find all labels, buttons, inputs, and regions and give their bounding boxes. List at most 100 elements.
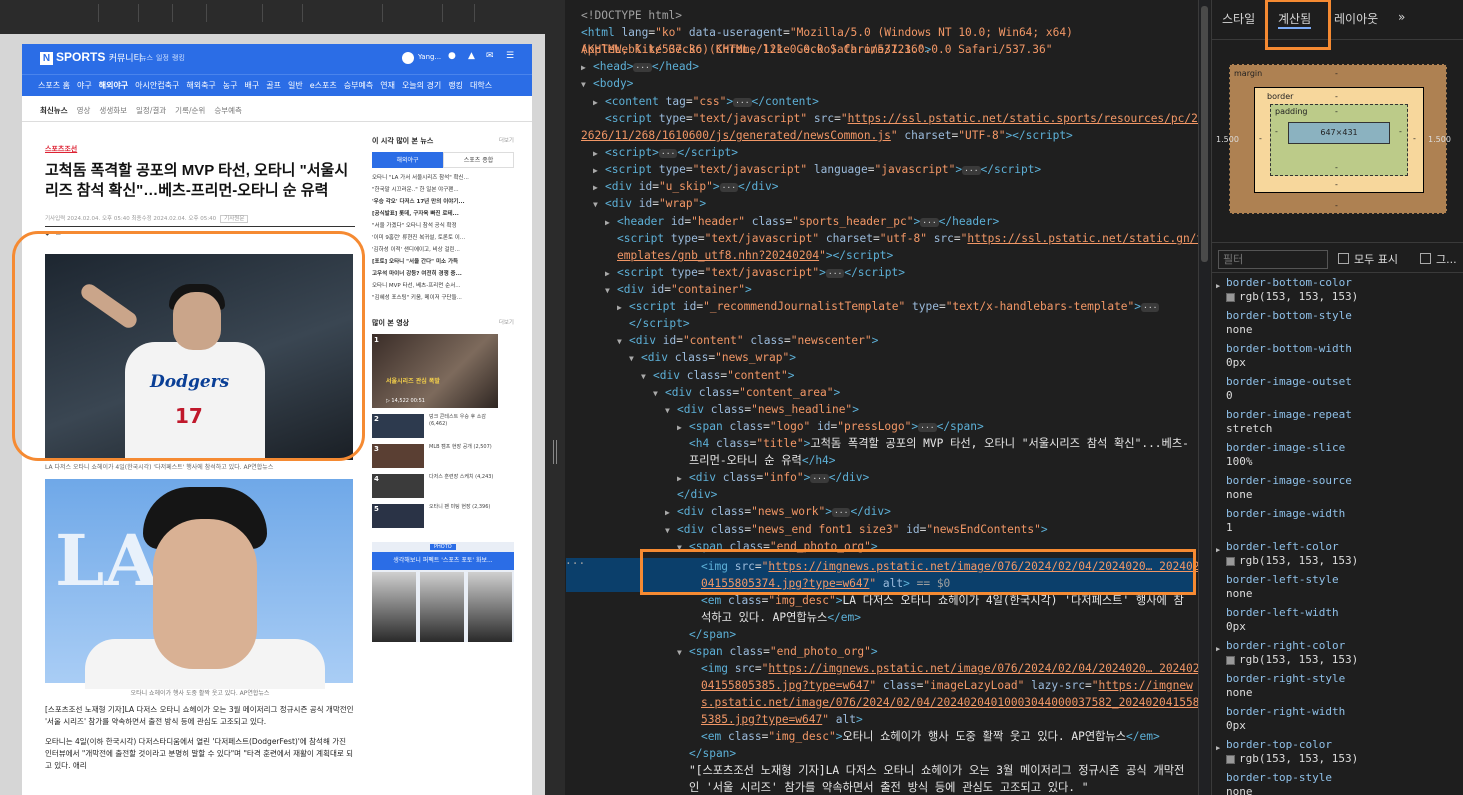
color-swatch[interactable] (1226, 655, 1235, 665)
property-row[interactable]: ▶ border-top-color rgb(153, 153, 153) (1216, 738, 1358, 766)
property-row[interactable]: ▶ border-right-color rgb(153, 153, 153) (1216, 639, 1358, 667)
menu-icon[interactable]: ☰ (506, 51, 514, 61)
sub-nav-item[interactable]: 승부예측 (214, 106, 242, 115)
top-link-schedule[interactable]: 일정 (156, 53, 169, 63)
nav-item[interactable]: 아시안컵축구 (135, 81, 179, 90)
dom-line[interactable]: <h4 class="title">고척돔 폭격할 공포의 MVP 타선, 오타… (689, 435, 1189, 469)
dom-line[interactable]: "[스포츠조선 노재형 기자]LA 다저스 오타니 쇼헤이가 오는 3월 메이저… (689, 762, 1189, 795)
property-row[interactable]: border-right-width 0px (1226, 705, 1345, 733)
property-row[interactable]: border-bottom-width 0px (1226, 342, 1352, 370)
sub-nav-item[interactable]: 영상 (77, 106, 91, 115)
color-swatch[interactable] (1226, 292, 1235, 302)
property-row[interactable]: border-left-width 0px (1226, 606, 1339, 634)
expand-arrow-icon[interactable]: ▶ (593, 145, 605, 162)
video-thumbnail-big[interactable]: 1 서울시리즈 관심 폭발 ▷ 14,522 00:51 (372, 334, 498, 408)
dom-line[interactable]: ▶ <head> ··· </head> (581, 58, 699, 75)
list-item[interactable]: 오타니 MVP 타선, 베츠-프리먼 순서... (372, 280, 514, 292)
expand-arrow-icon[interactable]: ▶ (1216, 279, 1220, 293)
list-item[interactable]: '김하성 이적' 샌디에이고, 비상 걸린... (372, 244, 514, 256)
tab-sports-general[interactable]: 스포츠 종합 (443, 152, 514, 168)
ellipsis-badge[interactable]: ··· (1141, 302, 1160, 312)
dom-line[interactable]: ▶ <script> ··· </script> (593, 144, 738, 161)
nav-item[interactable]: 농구 (223, 81, 238, 90)
panel-splitter[interactable] (545, 0, 565, 795)
dom-line[interactable]: ▼ <div id="wrap"> (593, 195, 706, 212)
user-name[interactable]: Yang... (418, 53, 441, 61)
avatar[interactable] (402, 52, 414, 64)
mail-icon[interactable]: ✉ (486, 51, 494, 61)
dom-line[interactable]: <script type="text/javascript" charset="… (617, 230, 1198, 247)
chat-icon[interactable]: ● (448, 51, 456, 61)
sub-nav-item-active[interactable]: 최신뉴스 (40, 106, 68, 115)
property-row[interactable]: border-left-style none (1226, 573, 1339, 601)
original-article-button[interactable]: 기사원문 (220, 215, 249, 223)
dom-line[interactable]: ▼ <div class="news_headline"> (665, 401, 859, 418)
border-bottom-value[interactable]: - (1335, 180, 1338, 189)
dom-line[interactable]: ▼ <body> (581, 75, 633, 92)
margin-bottom-value[interactable]: - (1335, 201, 1338, 210)
property-row[interactable]: border-right-style none (1226, 672, 1345, 700)
news-common-link[interactable]: https://ssl.pstatic.net/static.sports/re… (848, 112, 1198, 125)
dom-line[interactable]: ▶ <header id="header" class="sports_heade… (605, 213, 999, 230)
dom-line[interactable]: ▶ <div class="news_work"> ··· </div> (665, 503, 891, 520)
elements-scrollbar[interactable] (1198, 0, 1210, 795)
top-link-news[interactable]: 뉴스 (140, 53, 153, 63)
collapse-arrow-icon[interactable]: ▼ (617, 333, 629, 350)
collapse-arrow-icon[interactable]: ▼ (665, 402, 677, 419)
photo-banner[interactable]: PHOTO 생각해보니 퍼펙트 '스포츠 포토' 화보... (372, 542, 514, 642)
nav-item[interactable]: e스포츠 (310, 81, 337, 90)
nav-item[interactable]: 야구 (77, 81, 92, 90)
gnb-link[interactable]: https://ssl.pstatic.net/static.gn/t (967, 232, 1198, 245)
dom-line[interactable]: ▼ <div class="content_area"> (653, 384, 840, 401)
nav-item[interactable]: 승부예측 (344, 81, 373, 90)
video-item[interactable]: 4 다저스 훈련장 스케치 (4,243) (372, 474, 514, 498)
expand-arrow-icon[interactable]: ▶ (593, 162, 605, 179)
dom-line[interactable]: ▼ <div class="content"> (641, 367, 795, 384)
nav-item[interactable]: 해외축구 (186, 81, 215, 90)
img2-src-link[interactable]: https://imgnews.pstatic.net/image/076/20… (768, 662, 1198, 675)
dom-line[interactable]: ▶ <content tag="css"> ··· </content> (593, 93, 819, 110)
ellipsis-badge[interactable]: ··· (733, 97, 752, 107)
margin-top-value[interactable]: - (1335, 69, 1338, 78)
expand-arrow-icon[interactable]: ▶ (605, 265, 617, 282)
dom-line[interactable]: <!DOCTYPE html> (581, 7, 682, 24)
more-link[interactable]: 더보기 (499, 318, 514, 326)
content-size[interactable]: 647×431 (1288, 122, 1390, 144)
list-item[interactable]: [포토] 오타니 "서울 간다" 미소 가득 (372, 256, 514, 268)
sports-logo[interactable]: N SPORTS 커뮤니티 (40, 50, 142, 65)
filter-input[interactable] (1218, 250, 1328, 269)
scrollbar-thumb[interactable] (1201, 6, 1208, 262)
ellipsis-badge[interactable]: ··· (831, 507, 851, 517)
dom-line[interactable]: ▼ <div class="news_end font1 size3" id="n… (665, 521, 1048, 538)
margin-right-value[interactable]: 1.500 (1428, 135, 1451, 144)
list-item[interactable]: "한국말 시끄러운.." 한 일본 야구팬... (372, 184, 514, 196)
community-link[interactable]: 커뮤니티 (109, 53, 142, 63)
property-row[interactable]: ▶ border-bottom-color rgb(153, 153, 153) (1216, 276, 1358, 304)
dom-line[interactable]: ▶ <script type="text/javascript"> ··· </scr… (605, 264, 905, 281)
color-swatch[interactable] (1226, 754, 1235, 764)
sub-nav-item[interactable]: 일정/결과 (136, 106, 166, 115)
dom-line[interactable]: <html lang="ko" data-useragent="Mozilla/… (581, 24, 1198, 56)
ellipsis-badge[interactable]: ··· (658, 148, 678, 158)
list-item[interactable]: "김혜성 포스팅" 키움, 메이저 구단들... (372, 292, 514, 304)
more-link[interactable]: 더보기 (499, 136, 514, 144)
color-swatch[interactable] (1226, 556, 1235, 566)
collapse-arrow-icon[interactable]: ▼ (593, 196, 605, 213)
property-row[interactable]: border-image-source none (1226, 474, 1352, 502)
nav-item[interactable]: 오늘의 경기 (402, 81, 441, 90)
dom-line[interactable]: ▶ <div id="u_skip"> ··· </div> (593, 178, 778, 195)
nav-item[interactable]: 배구 (245, 81, 260, 90)
expand-arrow-icon[interactable]: ▶ (1216, 741, 1220, 755)
expand-arrow-icon[interactable]: ▶ (581, 59, 593, 76)
expand-arrow-icon[interactable]: ▶ (605, 214, 617, 231)
tab-overseas-baseball[interactable]: 해외야구 (372, 152, 443, 168)
press-logo[interactable]: 스포츠조선 (45, 144, 77, 154)
expand-arrow-icon[interactable]: ▶ (593, 94, 605, 111)
expand-arrow-icon[interactable]: ▶ (677, 419, 689, 436)
expand-arrow-icon[interactable]: ▶ (665, 504, 677, 521)
list-item[interactable]: 고우석 마이너 강등? 여전히 경쟁 중... (372, 268, 514, 280)
ellipsis-badge[interactable]: ··· (825, 268, 845, 278)
list-item[interactable]: '우승 각오' 다저스 17년 만의 이야기... (372, 196, 514, 208)
padding-bottom-value[interactable]: - (1335, 163, 1338, 172)
collapse-arrow-icon[interactable]: ▼ (677, 644, 689, 661)
